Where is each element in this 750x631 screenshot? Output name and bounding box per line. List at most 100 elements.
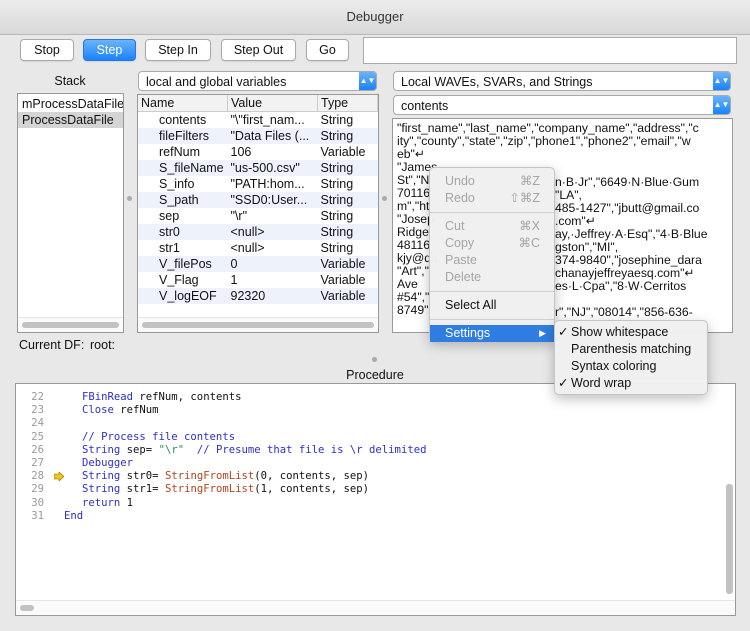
menu-label: Settings — [445, 326, 491, 340]
scope-popup[interactable]: local and global variables ▲▼ — [138, 71, 377, 91]
command-field[interactable] — [363, 37, 737, 64]
variable-row[interactable]: str0 <null> String — [138, 224, 378, 240]
procedure-hscroll[interactable] — [16, 600, 735, 615]
variable-row[interactable]: fileFilters "Data Files (... String — [138, 128, 378, 144]
code-line: String str0= StringFromList(0, contents,… — [82, 470, 370, 483]
stack-item-selected[interactable]: ProcessDataFile — [18, 112, 123, 128]
variable-name: contents — [159, 113, 207, 127]
variable-row[interactable]: V_Flag 1 Variable — [138, 272, 378, 288]
line-number: 28 — [31, 470, 44, 483]
settings-item-parenthesis-matching[interactable]: Parenthesis matching — [555, 341, 707, 358]
string-line: ity","county","state","zip","phone1","ph… — [397, 134, 691, 148]
variable-name: V_Flag — [159, 273, 199, 287]
variable-name: str1 — [159, 241, 180, 255]
variable-row[interactable]: S_path "SSD0:User... String — [138, 192, 378, 208]
variable-row[interactable]: V_filePos 0 Variable — [138, 256, 378, 272]
variable-row[interactable]: S_fileName "us-500.csv" String — [138, 160, 378, 176]
code-line: String str1= StringFromList(1, contents,… — [82, 483, 370, 496]
line-number: 30 — [31, 496, 44, 509]
variable-value: <null> — [227, 224, 318, 240]
variables-hscroll[interactable] — [138, 317, 378, 332]
line-number: 29 — [31, 483, 44, 496]
variable-value: 92320 — [227, 288, 318, 304]
settings-item-show-whitespace[interactable]: ✓ Show whitespace — [555, 324, 707, 341]
menu-label: Cut — [445, 219, 465, 233]
step-in-button[interactable]: Step In — [145, 39, 211, 61]
current-df-label: Current DF: — [19, 338, 85, 352]
stack-list[interactable]: mProcessDataFile ProcessDataFile — [17, 93, 124, 333]
menu-item-cut[interactable]: Cut ⌘X — [430, 218, 554, 235]
variable-name: fileFilters — [138, 128, 228, 144]
settings-item-word-wrap[interactable]: ✓ Word wrap — [555, 375, 707, 392]
variable-row[interactable]: S_info "PATH:hom... String — [138, 176, 378, 192]
code-line: return 1 — [82, 496, 134, 509]
line-number: 23 — [31, 404, 44, 417]
menu-separator — [430, 291, 554, 292]
variable-name: S_path — [138, 192, 228, 208]
code-line: String sep= "\r" // Presume that file is… — [82, 443, 427, 456]
code-line: End — [64, 509, 84, 522]
step-button[interactable]: Step — [83, 39, 136, 61]
variables-table[interactable]: Name Value Type contents "\"first_nam... S… — [137, 94, 379, 333]
menu-label: Parenthesis matching — [571, 342, 692, 356]
variable-value: "SSD0:User... — [227, 192, 318, 208]
menu-item-undo[interactable]: Undo ⌘Z — [430, 173, 554, 190]
menu-item-paste[interactable]: Paste — [430, 252, 554, 269]
variable-name: refNum — [159, 145, 200, 159]
variable-type: String — [320, 241, 354, 255]
line-number: 24 — [31, 417, 44, 430]
column-header-type[interactable]: Type — [317, 95, 378, 112]
stack-title: Stack — [54, 74, 86, 88]
variable-type: String — [320, 209, 354, 223]
menu-item-settings[interactable]: Settings ▶ — [430, 325, 554, 342]
code-line: // Process file contents — [82, 430, 236, 443]
string-line: eb"↵ — [397, 147, 426, 161]
code-line: Debugger — [82, 457, 134, 469]
line-number: 27 — [31, 457, 44, 469]
inspector-item-popup[interactable]: contents ▲▼ — [393, 95, 731, 115]
current-line-arrow-icon — [53, 471, 65, 482]
submenu-arrow-icon: ▶ — [539, 328, 546, 338]
procedure-vscroll-thumb[interactable] — [726, 484, 733, 594]
variable-value: <null> — [230, 241, 265, 255]
variable-row[interactable]: str1 <null> String — [138, 240, 378, 256]
context-menu: Undo ⌘Z Redo ⇧⌘Z Cut ⌘X Copy ⌘C Paste Delete… — [429, 167, 555, 342]
stop-button[interactable]: Stop — [20, 39, 74, 61]
menu-item-redo[interactable]: Redo ⇧⌘Z — [430, 190, 554, 207]
variable-name: V_logEOF — [138, 288, 228, 304]
variable-type: Variable — [320, 145, 366, 159]
inspector-kind-popup[interactable]: Local WAVEs, SVARs, and Strings ▲▼ — [393, 71, 731, 91]
checkmark-icon: ✓ — [558, 376, 569, 390]
scope-popup-value: local and global variables — [146, 75, 287, 89]
variable-row[interactable]: contents "\"first_nam... String — [138, 112, 378, 129]
menu-item-copy[interactable]: Copy ⌘C — [430, 235, 554, 252]
variable-value: "Data Files (... — [227, 128, 318, 144]
variable-row[interactable]: sep "\r" String — [138, 208, 378, 224]
splitter-handle[interactable] — [382, 196, 387, 201]
shortcut-label: ⇧⌘Z — [509, 191, 540, 205]
code-line: Close refNum — [82, 404, 159, 417]
line-number: 22 — [31, 391, 44, 403]
procedure-editor[interactable]: 22 FBinRead refNum, contents 23 Close refNu… — [15, 383, 736, 616]
string-line-fragment: r","NJ","08014","856-636- — [555, 305, 693, 319]
menu-item-select-all[interactable]: Select All — [430, 297, 554, 314]
variable-type: Variable — [317, 288, 378, 304]
column-header-name[interactable]: Name — [138, 95, 228, 112]
variable-row[interactable]: refNum 106 Variable — [138, 144, 378, 160]
variable-row[interactable]: V_logEOF 92320 Variable — [138, 288, 378, 304]
variable-type: String — [317, 224, 378, 240]
column-header-value[interactable]: Value — [227, 95, 318, 112]
menu-separator — [430, 212, 554, 213]
popup-arrow-icon: ▲▼ — [713, 96, 730, 114]
stack-hscroll[interactable] — [18, 317, 123, 332]
stack-item[interactable]: mProcessDataFile — [18, 96, 123, 112]
menu-item-delete[interactable]: Delete — [430, 269, 554, 286]
go-button[interactable]: Go — [306, 39, 349, 61]
splitter-handle[interactable] — [127, 196, 132, 201]
step-out-button[interactable]: Step Out — [221, 39, 296, 61]
menu-label: Word wrap — [571, 376, 632, 390]
code-line: FBinRead refNum, contents — [82, 391, 242, 403]
settings-item-syntax-coloring[interactable]: Syntax coloring — [555, 358, 707, 375]
splitter-handle[interactable] — [372, 357, 377, 362]
shortcut-label: ⌘X — [519, 219, 540, 233]
